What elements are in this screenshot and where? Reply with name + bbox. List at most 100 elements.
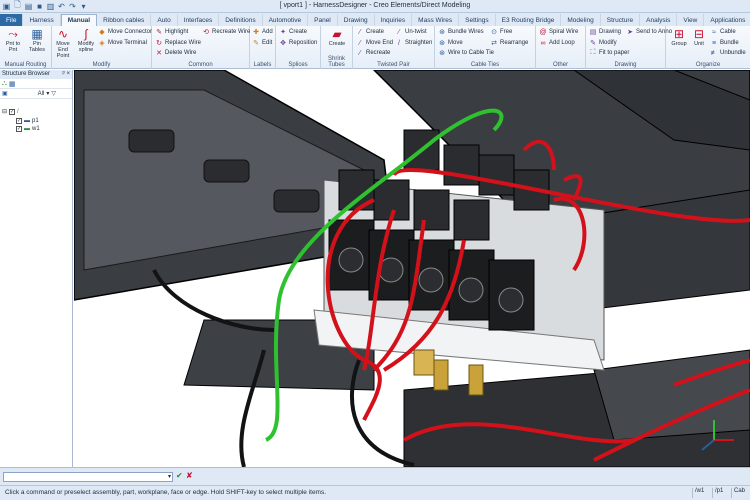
group-label: Organize	[695, 62, 721, 68]
tab-mass-wires[interactable]: Mass Wires	[412, 14, 460, 26]
group-label: Drawing	[614, 62, 637, 68]
move-tie-icon: ⊛	[439, 40, 445, 47]
add-icon: ✚	[253, 29, 259, 36]
fit-to-paper-button[interactable]: ⛶ Fit to paper	[589, 48, 630, 58]
create-shrink-tube-button[interactable]: ▰ Create	[326, 27, 348, 58]
recreate-twist-icon: ⁄	[359, 49, 361, 57]
frame-slot	[203, 159, 250, 183]
group-drawing: ▤ Drawing ✎ Modify ⛶ Fit to paper ➤ Send…	[586, 26, 672, 69]
group-button[interactable]: ⊞ Group	[668, 27, 690, 58]
tab-ribbon-cables[interactable]: Ribbon cables	[97, 14, 152, 26]
group-shrink-tubes: ▰ Create Shrink Tubes	[321, 26, 353, 69]
wire-route-icon: ⤳	[8, 26, 18, 41]
browser-settings-icon[interactable]: ▣	[2, 90, 8, 97]
tab-manual[interactable]: Manual	[60, 14, 98, 26]
modify-spline-button[interactable]: ∫ Modify spline	[75, 27, 97, 58]
add-loop-button[interactable]: ∞ Add Loop	[539, 38, 575, 48]
tab-analysis[interactable]: Analysis	[640, 14, 678, 26]
tab-automotive[interactable]: Automotive	[263, 14, 309, 26]
bundle-button[interactable]: ≡ Bundle	[710, 38, 739, 48]
reposition-icon: ✥	[280, 40, 286, 47]
group-other: @ Spiral Wire ∞ Add Loop Other	[536, 26, 586, 69]
viewport-3d[interactable]	[74, 70, 750, 467]
wire-to-cable-tie-button[interactable]: ⊛ Wire to Cable Tie	[438, 48, 494, 58]
cancel-icon[interactable]: ✘	[186, 471, 193, 480]
tab-structure[interactable]: Structure	[601, 14, 641, 26]
pnt-to-pnt-button[interactable]: ⤳ Pnt to Pnt	[2, 27, 24, 58]
tab-settings[interactable]: Settings	[459, 14, 496, 26]
collapse-icon[interactable]: ⊟	[2, 108, 7, 115]
structure-browser: Structure Browser ᵖ × ⛬ ▦ ▣ All ▾ ▽ ⊟ ✓ …	[0, 70, 73, 467]
tab-panel[interactable]: Panel	[308, 14, 338, 26]
tab-view[interactable]: View	[677, 14, 705, 26]
reposition-splice-button[interactable]: ✥ Reposition	[279, 38, 317, 48]
drawing-button[interactable]: ▤ Drawing	[589, 27, 621, 37]
bundle-wires-button[interactable]: ⊛ Bundle Wires	[438, 27, 484, 37]
tab-definitions[interactable]: Definitions	[219, 14, 263, 26]
tab-interfaces[interactable]: Interfaces	[178, 14, 220, 26]
status-cell-part: /p1	[712, 488, 723, 498]
rearrange-button[interactable]: ⇄ Rearrange	[490, 38, 528, 48]
pin-tables-button[interactable]: ▦ Pin Tables	[26, 27, 48, 58]
tree-item-p1[interactable]: ✓ ▬ p1	[16, 118, 39, 124]
visibility-checkbox[interactable]: ✓	[16, 118, 22, 124]
drawing-icon: ▤	[589, 29, 597, 36]
status-bar: Click a command or preselect assembly, p…	[0, 485, 750, 500]
straighten-button[interactable]: / Straighten	[395, 38, 432, 48]
table-icon: ▦	[31, 27, 43, 41]
status-cell-wire: /w1	[692, 488, 704, 498]
funnel-icon[interactable]: ▽	[51, 90, 56, 97]
replace-wire-button[interactable]: ↻ Replace Wire	[155, 38, 201, 48]
move-end-button[interactable]: ⁄ Move End	[356, 38, 393, 48]
command-input[interactable]: ▾	[3, 472, 173, 482]
list-view-icon[interactable]: ▦	[9, 80, 16, 88]
visibility-checkbox[interactable]: ✓	[9, 108, 16, 115]
visibility-checkbox[interactable]: ✓	[16, 126, 22, 132]
untwist-button[interactable]: ⁄ Un-twist	[395, 27, 426, 37]
tab-drawing[interactable]: Drawing	[338, 14, 375, 26]
delete-wire-button[interactable]: ✕ Delete Wire	[155, 48, 196, 58]
group-twisted-pair: ⁄ Create ⁄ Move End ⁄ Recreate ⁄ Un-twis…	[353, 26, 435, 69]
spiral-wire-button[interactable]: @ Spiral Wire	[539, 27, 578, 37]
highlight-button[interactable]: ✎ Highlight	[155, 27, 188, 37]
harness-model-render[interactable]	[74, 70, 750, 467]
tab-modeling[interactable]: Modeling	[561, 14, 601, 26]
add-label-button[interactable]: ✚ Add	[252, 27, 273, 37]
unbundle-button[interactable]: ≢ Unbundle	[710, 48, 746, 58]
frame-slot	[128, 129, 175, 153]
filter-value[interactable]: All	[38, 91, 45, 97]
tab-file[interactable]: File	[0, 14, 24, 26]
free-cable-tie-button[interactable]: ⊙ Free	[490, 27, 512, 37]
tab-harness[interactable]: Harness	[23, 14, 61, 26]
move-terminal-button[interactable]: ◈ Move Terminal	[98, 38, 147, 48]
group-modify: ∿ Move End Point ∫ Modify spline ◆ Move …	[52, 26, 152, 69]
tree-item-w1[interactable]: ✓ ▬ w1	[16, 126, 40, 132]
tab-inquiries[interactable]: Inquiries	[375, 14, 413, 26]
command-dropdown-icon[interactable]: ▾	[168, 473, 171, 480]
unit-button[interactable]: ⊟ Unit	[688, 27, 710, 58]
move-connector-button[interactable]: ◆ Move Connector	[98, 27, 152, 37]
cable-button[interactable]: ≈ Cable	[710, 27, 736, 37]
group-splices: ✦ Create ✥ Reposition Splices	[276, 26, 321, 69]
edit-label-button[interactable]: ✎ Edit	[252, 38, 272, 48]
move-cable-tie-button[interactable]: ⊛ Move	[438, 38, 463, 48]
create-splice-button[interactable]: ✦ Create	[279, 27, 307, 37]
group-cable-ties: ⊛ Bundle Wires ⊛ Move ⊛ Wire to Cable Ti…	[435, 26, 536, 69]
recreate-twisted-pair-button[interactable]: ⁄ Recreate	[356, 48, 390, 58]
confirm-icon[interactable]: ✔	[176, 471, 183, 480]
group-label: Manual Routing	[4, 62, 47, 68]
tree-view-icon[interactable]: ⛬	[2, 80, 7, 87]
window-title: [ vport1 ] - HarnessDesigner - Creo Elem…	[279, 2, 471, 9]
pin-close-icons[interactable]: ᵖ ×	[63, 71, 70, 78]
tab-e3-routing-bridge[interactable]: E3 Routing Bridge	[496, 14, 562, 26]
create-twisted-pair-button[interactable]: ⁄ Create	[356, 27, 384, 37]
frame-slot	[273, 189, 320, 213]
tab-auto[interactable]: Auto	[151, 14, 178, 26]
modify-drawing-button[interactable]: ✎ Modify	[589, 38, 617, 48]
spline-icon: ∫	[84, 27, 88, 41]
tab-applications[interactable]: Applications	[704, 14, 750, 26]
move-end-point-button[interactable]: ∿ Move End Point	[52, 27, 74, 59]
recreate-wire-button[interactable]: ⟲ Recreate Wire	[202, 27, 250, 37]
tree-item-root[interactable]: ⊟ ✓ /	[2, 108, 19, 115]
filter-dropdown-icon[interactable]: ▾	[46, 90, 49, 97]
